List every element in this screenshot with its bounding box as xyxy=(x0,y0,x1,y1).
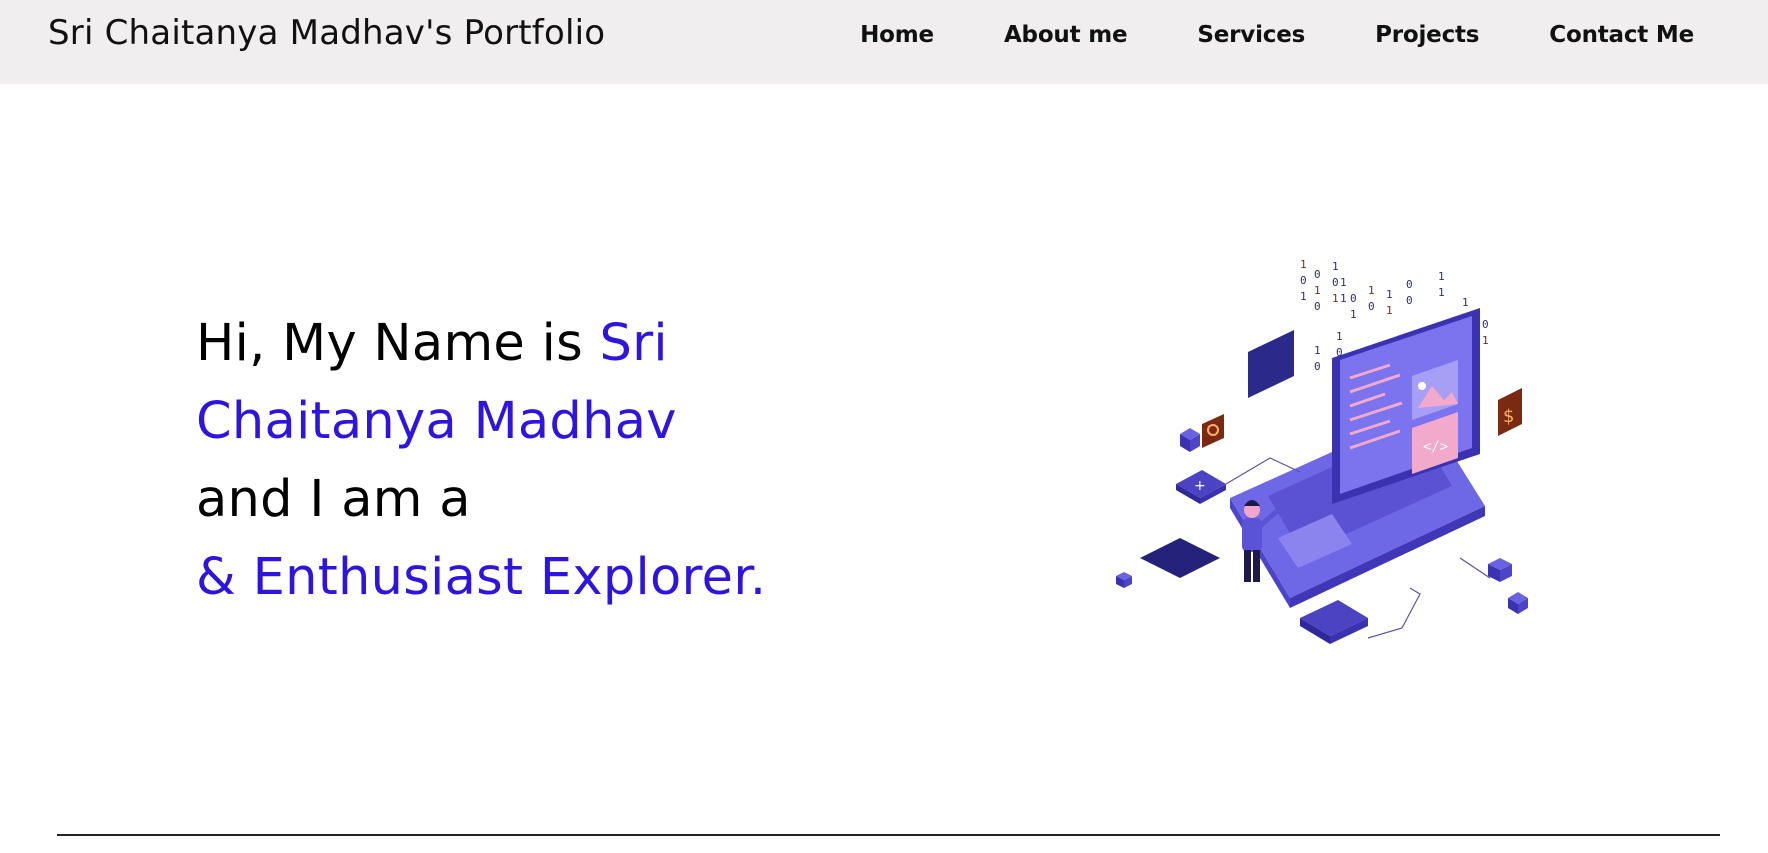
binary-digit: 1 xyxy=(1350,308,1357,321)
binary-digit: 1 xyxy=(1314,344,1321,357)
illustration-svg: 1011011011001101011010101100101 </> xyxy=(1116,258,1528,644)
nav-links: Home About me Services Projects Contact … xyxy=(860,0,1694,70)
binary-digit: 1 xyxy=(1314,284,1321,297)
binary-digit: 0 xyxy=(1300,274,1307,287)
dollar-icon: $ xyxy=(1503,406,1514,427)
binary-digit: 1 xyxy=(1368,284,1375,297)
dark-floating-tile xyxy=(1248,330,1294,398)
brand-title[interactable]: Sri Chaitanya Madhav's Portfolio xyxy=(48,13,605,53)
dark-diamond-tile xyxy=(1140,538,1220,578)
binary-digit: 1 xyxy=(1340,276,1347,289)
image-card-sun xyxy=(1418,382,1426,390)
hero-name-part1: Sri xyxy=(599,314,668,373)
cube-bottom-right xyxy=(1508,592,1528,614)
binary-digit: 0 xyxy=(1314,268,1321,281)
binary-digit: 1 xyxy=(1438,286,1445,299)
binary-digit: 0 xyxy=(1314,300,1321,313)
binary-digit: 1 xyxy=(1332,292,1339,305)
binary-digit: 0 xyxy=(1368,300,1375,313)
nav-link-about-me[interactable]: About me xyxy=(1004,22,1128,48)
nav-link-contact-me[interactable]: Contact Me xyxy=(1549,22,1694,48)
binary-digit: 1 xyxy=(1482,334,1489,347)
binary-digit: 0 xyxy=(1314,360,1321,373)
binary-digit: 1 xyxy=(1386,304,1393,317)
binary-digit: 0 xyxy=(1350,292,1357,305)
binary-digit: 1 xyxy=(1462,296,1469,309)
nav-link-home[interactable]: Home xyxy=(860,22,934,48)
hero-name-part2: Chaitanya Madhav xyxy=(196,392,677,451)
binary-digit: 1 xyxy=(1438,270,1445,283)
hero-intro: Hi, My Name is xyxy=(196,314,600,373)
hero-role-text: & Enthusiast Explorer. xyxy=(196,548,767,607)
cube-bottom-left xyxy=(1116,572,1132,588)
search-tile xyxy=(1202,414,1224,448)
cube-right xyxy=(1488,558,1512,582)
binary-digit: 1 xyxy=(1336,330,1343,343)
binary-digit: 1 xyxy=(1300,258,1307,271)
binary-digit: 1 xyxy=(1300,290,1307,303)
binary-digit: 1 xyxy=(1340,292,1347,305)
cube-left xyxy=(1180,428,1200,452)
nav-link-services[interactable]: Services xyxy=(1197,22,1305,48)
nav-link-projects[interactable]: Projects xyxy=(1375,22,1479,48)
hero-role-prefix: and I am a xyxy=(196,470,471,529)
hero-line-1: Hi, My Name is Sri xyxy=(196,305,816,383)
binary-digit: 0 xyxy=(1482,318,1489,331)
code-card-glyph: </> xyxy=(1423,439,1448,455)
binary-digit: 0 xyxy=(1406,278,1413,291)
section-divider xyxy=(57,834,1720,836)
binary-digit: 0 xyxy=(1332,276,1339,289)
hero-heading: Hi, My Name is Sri Chaitanya Madhav and … xyxy=(196,305,816,617)
binary-digit: 1 xyxy=(1386,288,1393,301)
laptop-developer-illustration-icon: 1011011011001101011010101100101 </> xyxy=(1100,258,1570,648)
navbar: Sri Chaitanya Madhav's Portfolio Home Ab… xyxy=(0,0,1768,84)
binary-digit: 0 xyxy=(1406,294,1413,307)
binary-digit: 1 xyxy=(1332,260,1339,273)
plus-icon: + xyxy=(1194,478,1206,494)
